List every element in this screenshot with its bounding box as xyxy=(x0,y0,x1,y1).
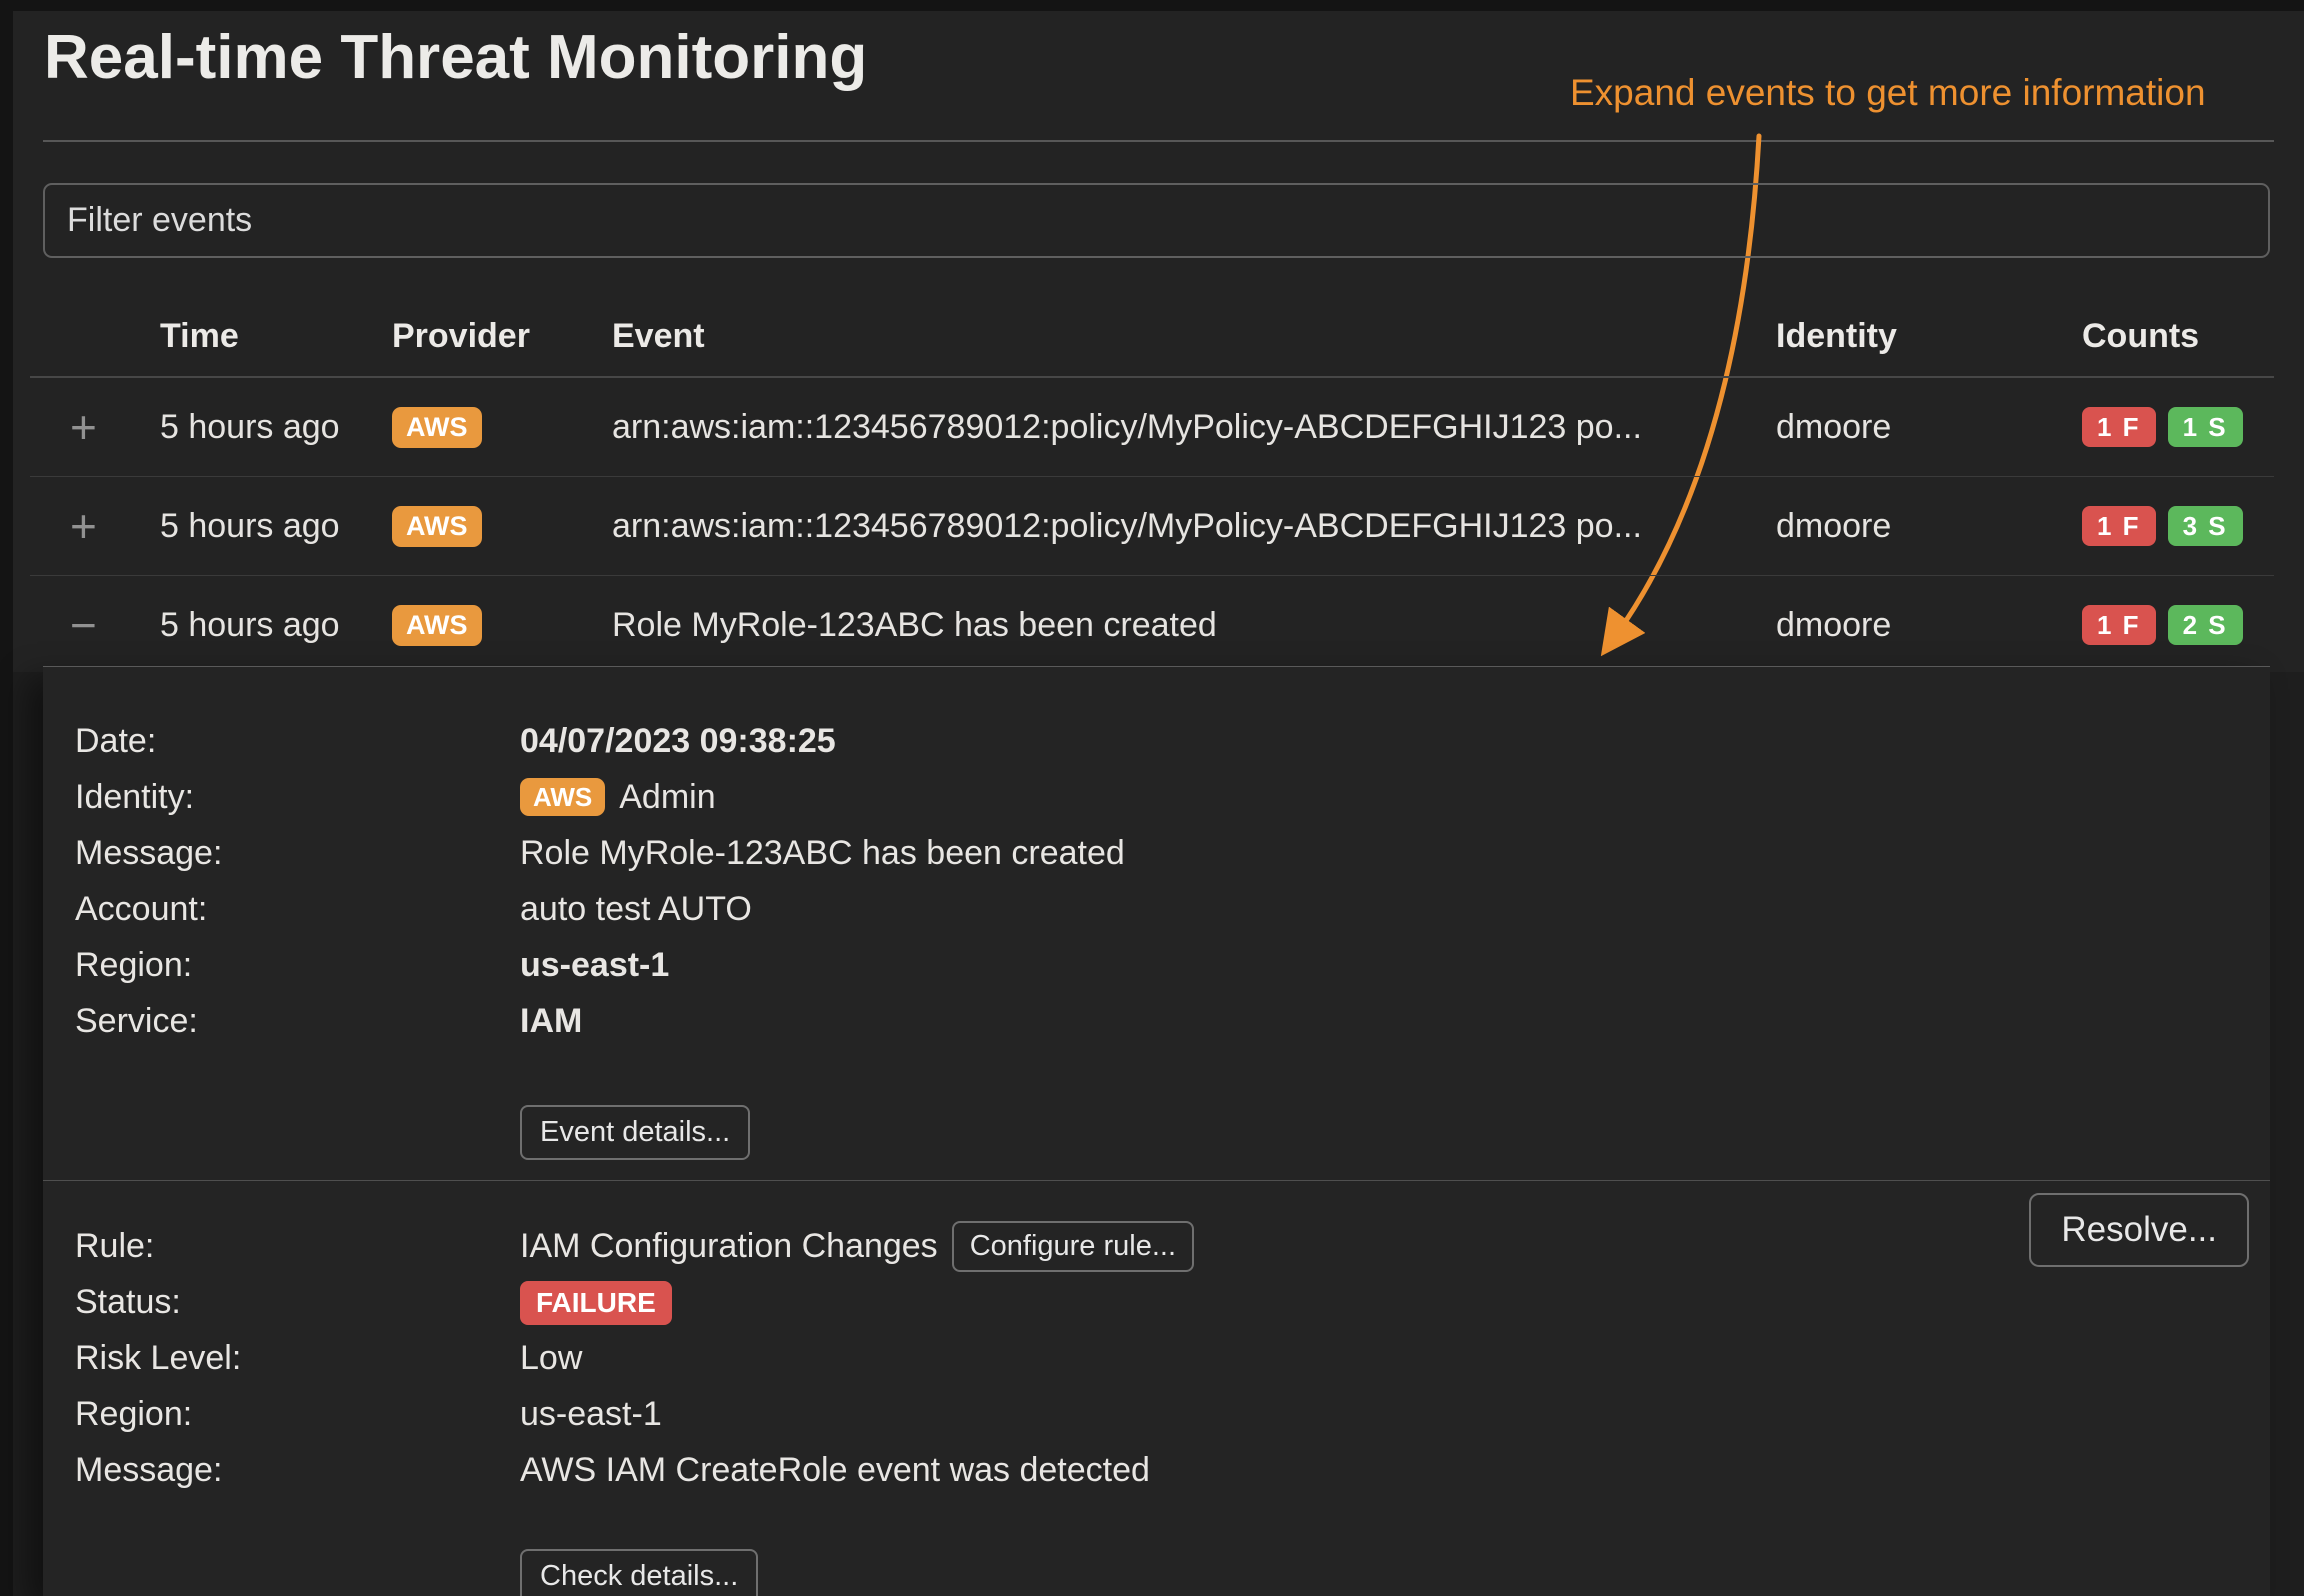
identity-label: Identity: xyxy=(75,778,520,817)
rule-detail-section: Resolve... Rule: IAM Configuration Chang… xyxy=(43,1181,2270,1596)
identity-cell: dmoore xyxy=(1764,507,2082,546)
region-label: Region: xyxy=(75,946,520,985)
title-divider xyxy=(43,140,2274,142)
table-row-expanded: − 5 hours ago AWS Role MyRole-123ABC has… xyxy=(30,576,2274,674)
event-time: 5 hours ago xyxy=(160,408,392,447)
service-label: Service: xyxy=(75,1002,520,1041)
rule-label: Rule: xyxy=(75,1227,520,1266)
aws-provider-badge: AWS xyxy=(392,407,482,448)
failure-count-badge: 1 F xyxy=(2082,506,2156,546)
provider-cell: AWS xyxy=(392,505,612,547)
column-header-time: Time xyxy=(160,317,392,356)
rule-value: IAM Configuration Changes xyxy=(520,1227,938,1266)
detail-row-account: Account: auto test AUTO xyxy=(43,881,2270,937)
provider-cell: AWS xyxy=(392,604,612,646)
detail-row-service: Service: IAM xyxy=(43,993,2270,1049)
detail-row-identity: Identity: AWS Admin xyxy=(43,769,2270,825)
aws-identity-badge: AWS xyxy=(520,778,605,816)
counts-cell: 1 F 3 S xyxy=(2082,506,2274,546)
identity-value: Admin xyxy=(619,778,715,817)
event-detail-section: Date: 04/07/2023 09:38:25 Identity: AWS … xyxy=(43,667,2270,1160)
status-value-group: FAILURE xyxy=(520,1281,672,1325)
rule-region-label: Region: xyxy=(75,1395,520,1434)
detail-row-rule: Rule: IAM Configuration Changes Configur… xyxy=(43,1219,2270,1275)
risk-level-label: Risk Level: xyxy=(75,1339,520,1378)
configure-rule-button[interactable]: Configure rule... xyxy=(952,1221,1194,1272)
event-details-button[interactable]: Event details... xyxy=(520,1105,750,1160)
event-time: 5 hours ago xyxy=(160,507,392,546)
detail-row-date: Date: 04/07/2023 09:38:25 xyxy=(43,713,2270,769)
threat-monitoring-page: Real-time Threat Monitoring Expand event… xyxy=(0,0,2304,1596)
identity-cell: dmoore xyxy=(1764,606,2082,645)
page-title: Real-time Threat Monitoring xyxy=(44,22,867,93)
detail-row-message: Message: Role MyRole-123ABC has been cre… xyxy=(43,825,2270,881)
rule-region-value: us-east-1 xyxy=(520,1395,662,1434)
table-row: + 5 hours ago AWS arn:aws:iam::123456789… xyxy=(30,378,2274,477)
detail-row-status: Status: FAILURE xyxy=(43,1275,2270,1331)
event-time: 5 hours ago xyxy=(160,606,392,645)
message-value: Role MyRole-123ABC has been created xyxy=(520,834,1125,873)
rule-message-value: AWS IAM CreateRole event was detected xyxy=(520,1451,1150,1490)
detail-row-rule-region: Region: us-east-1 xyxy=(43,1387,2270,1443)
check-details-button[interactable]: Check details... xyxy=(520,1549,758,1596)
detail-row-region: Region: us-east-1 xyxy=(43,937,2270,993)
provider-cell: AWS xyxy=(392,406,612,448)
failure-count-badge: 1 F xyxy=(2082,407,2156,447)
detail-row-risk: Risk Level: Low xyxy=(43,1331,2270,1387)
column-header-counts: Counts xyxy=(2082,317,2274,356)
counts-cell: 1 F 2 S xyxy=(2082,605,2274,645)
status-label: Status: xyxy=(75,1283,520,1322)
detail-row-rule-message: Message: AWS IAM CreateRole event was de… xyxy=(43,1443,2270,1499)
event-text: arn:aws:iam::123456789012:policy/MyPolic… xyxy=(612,507,1764,546)
event-text: arn:aws:iam::123456789012:policy/MyPolic… xyxy=(612,408,1764,447)
table-row: + 5 hours ago AWS arn:aws:iam::123456789… xyxy=(30,477,2274,576)
message-label: Message: xyxy=(75,834,520,873)
date-label: Date: xyxy=(75,722,520,761)
failure-status-badge: FAILURE xyxy=(520,1281,672,1325)
rule-value-group: IAM Configuration Changes Configure rule… xyxy=(520,1221,1194,1272)
date-value: 04/07/2023 09:38:25 xyxy=(520,722,836,761)
filter-events-input[interactable] xyxy=(43,183,2270,258)
failure-count-badge: 1 F xyxy=(2082,605,2156,645)
events-table: Time Provider Event Identity Counts + 5 … xyxy=(30,296,2274,674)
account-value: auto test AUTO xyxy=(520,890,752,929)
counts-cell: 1 F 1 S xyxy=(2082,407,2274,447)
success-count-badge: 1 S xyxy=(2168,407,2243,447)
table-header-row: Time Provider Event Identity Counts xyxy=(30,296,2274,378)
annotation-text: Expand events to get more information xyxy=(1570,72,2206,114)
account-label: Account: xyxy=(75,890,520,929)
rule-message-label: Message: xyxy=(75,1451,520,1490)
resolve-button[interactable]: Resolve... xyxy=(2029,1193,2249,1267)
success-count-badge: 2 S xyxy=(2168,605,2243,645)
region-value: us-east-1 xyxy=(520,946,669,985)
event-text: Role MyRole-123ABC has been created xyxy=(612,606,1764,645)
service-value: IAM xyxy=(520,1002,582,1041)
risk-level-value: Low xyxy=(520,1339,582,1378)
aws-provider-badge: AWS xyxy=(392,605,482,646)
event-detail-panel: Date: 04/07/2023 09:38:25 Identity: AWS … xyxy=(43,666,2270,1596)
aws-provider-badge: AWS xyxy=(392,506,482,547)
column-header-event: Event xyxy=(612,317,1764,356)
expand-row-icon[interactable]: + xyxy=(30,503,160,549)
identity-cell: dmoore xyxy=(1764,408,2082,447)
expand-row-icon[interactable]: + xyxy=(30,404,160,450)
column-header-identity: Identity xyxy=(1764,317,2082,356)
column-header-provider: Provider xyxy=(392,317,612,356)
collapse-row-icon[interactable]: − xyxy=(30,602,160,648)
success-count-badge: 3 S xyxy=(2168,506,2243,546)
identity-value-group: AWS Admin xyxy=(520,778,716,817)
